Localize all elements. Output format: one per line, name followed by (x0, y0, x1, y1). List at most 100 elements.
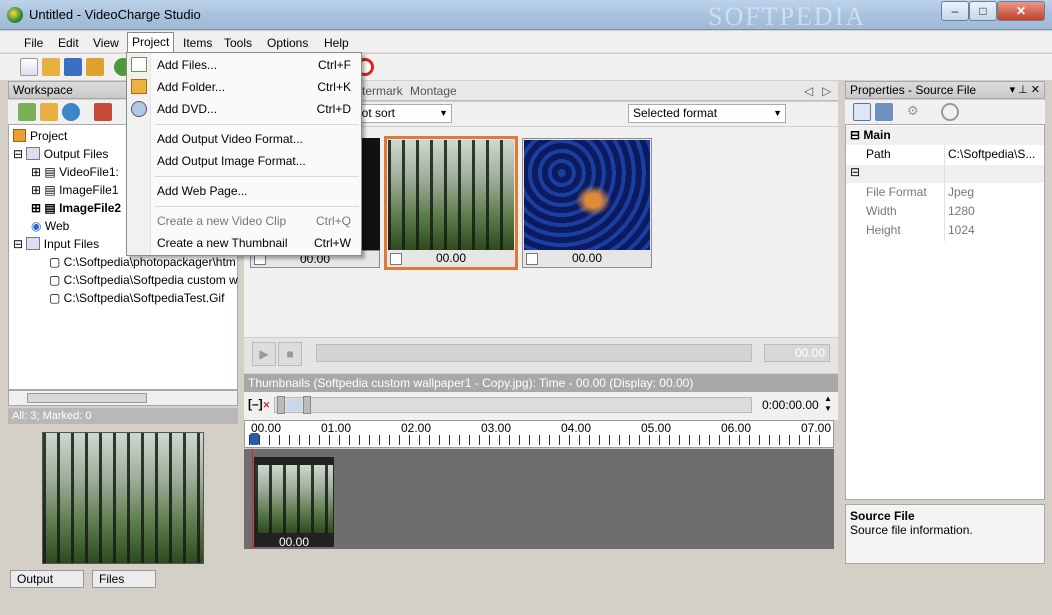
project-icon (13, 129, 26, 142)
menu-help[interactable]: Help (320, 34, 353, 52)
tree-input-item[interactable]: ▢ C:\Softpedia\Softpedia custom w (49, 271, 238, 289)
prop-name: Height (866, 223, 901, 237)
workspace-hscrollbar[interactable] (8, 390, 238, 406)
tree-input-label: C:\Softpedia\Softpedia custom w (63, 273, 238, 287)
timeline-range-slider[interactable] (274, 396, 752, 414)
new-project-icon[interactable] (20, 58, 38, 76)
properties-title: Properties - Source File (850, 83, 977, 97)
window-title: Untitled - VideoCharge Studio (29, 7, 201, 22)
grid-divider (944, 145, 945, 241)
add-item-icon[interactable] (18, 103, 36, 121)
property-pages-icon[interactable]: ⚙ (907, 103, 925, 121)
save-icon[interactable] (64, 58, 82, 76)
tree-output-item[interactable]: ⊞ ▤ VideoFile1: (31, 163, 119, 181)
menu-create-video-clip: Create a new Video Clip Ctrl+Q (157, 210, 357, 232)
tree-input-item[interactable]: ▢ C:\Softpedia\SoftpediaTest.Gif (49, 289, 224, 307)
properties-toolbar: ⚙ (845, 100, 1045, 124)
menu-add-dvd[interactable]: Add DVD... Ctrl+D (157, 98, 357, 120)
tree-web-label: Web (44, 219, 70, 233)
thumbnail-item[interactable]: 00.00 (384, 136, 518, 270)
prop-value: Jpeg (948, 185, 975, 199)
tree-input-files[interactable]: ⊟ Input Files (13, 235, 99, 253)
tab-right-arrow-icon[interactable]: ▷ (822, 84, 831, 98)
playhead-icon[interactable] (250, 433, 259, 445)
maximize-button[interactable]: □ (969, 1, 997, 21)
add-web-icon[interactable] (62, 103, 80, 121)
close-button[interactable]: ✕ (997, 1, 1045, 21)
menu-create-thumbnail[interactable]: Create a new Thumbnail Ctrl+W (157, 232, 357, 254)
thumbnail-item[interactable]: 00.00 (522, 138, 652, 268)
menu-tools[interactable]: Tools (220, 34, 256, 52)
menu-add-folder[interactable]: Add Folder... Ctrl+K (157, 76, 357, 98)
tree-output-label: VideoFile1: (59, 165, 119, 179)
menu-edit[interactable]: Edit (54, 34, 83, 52)
menu-add-output-video-format[interactable]: Add Output Video Format... (157, 128, 357, 150)
tree-web[interactable]: ◉ Web (31, 217, 69, 235)
scrollbar-thumb[interactable] (27, 393, 147, 403)
title-bar: Untitled - VideoCharge Studio SOFTPEDIA … (0, 0, 1052, 31)
menu-separator (155, 176, 359, 177)
panel-pin-close-icon[interactable]: ▾ ⊥ ✕ (1010, 82, 1040, 98)
ruler-label: 04.00 (561, 421, 592, 435)
player-time: 00.00 (764, 344, 830, 362)
group-main[interactable]: ⊟ Main (846, 126, 1044, 145)
timeline-clip[interactable]: 00.00 (254, 457, 334, 549)
menu-item-label: Add Web Page... (157, 184, 248, 198)
chevron-down-icon: ▼ (439, 108, 448, 118)
save-all-icon[interactable] (86, 58, 104, 76)
menu-add-files[interactable]: Add Files... Ctrl+F (157, 54, 357, 76)
tree-output-item[interactable]: ⊞ ▤ ImageFile2 (31, 199, 121, 217)
tab-watermark[interactable]: termark (362, 84, 403, 98)
range-end-handle[interactable] (303, 396, 311, 414)
format-select-value: Selected format (633, 106, 718, 120)
sort-select[interactable]: not sort ▼ (352, 104, 452, 123)
range-fill (287, 399, 301, 411)
timeline-time-value[interactable]: 0:00:00.00 (762, 398, 819, 412)
time-spinner-icon[interactable]: ▲ ▼ (824, 394, 832, 414)
menu-item-shortcut: Ctrl+D (316, 102, 351, 116)
properties-description: Source File Source file information. (845, 504, 1045, 564)
prop-value[interactable]: C:\Softpedia\S... (948, 145, 1044, 164)
input-files-icon (26, 237, 41, 250)
thumbnail-image (388, 140, 514, 250)
range-start-handle[interactable] (277, 396, 285, 414)
tree-output-item[interactable]: ⊞ ▤ ImageFile1 (31, 181, 118, 199)
menu-options[interactable]: Options (263, 34, 312, 52)
tree-input-label: C:\Softpedia\SoftpediaTest.Gif (63, 291, 225, 305)
menu-item-shortcut: Ctrl+K (317, 80, 351, 94)
tab-files[interactable]: Files (92, 570, 156, 588)
timeline-ruler[interactable]: 00.00 01.00 02.00 03.00 04.00 05.00 06.0… (244, 420, 834, 448)
open-folder-icon[interactable] (42, 58, 60, 76)
menu-add-web-page[interactable]: Add Web Page... (157, 180, 357, 202)
clip-image (255, 465, 333, 533)
menu-project[interactable]: Project (127, 32, 175, 53)
player-seek-bar[interactable] (316, 344, 752, 362)
tree-project[interactable]: Project (13, 127, 67, 145)
timeline-track: 00.00 (244, 449, 834, 549)
timeline-toolbar: [–]✕ 0:00:00.00 ▲ ▼ (244, 392, 838, 420)
format-select[interactable]: Selected format ▼ (628, 104, 786, 123)
delete-marker-icon[interactable]: [–]✕ (248, 397, 270, 411)
group-collapsed[interactable]: ⊟ (846, 165, 1044, 183)
play-icon[interactable]: ▶ (252, 342, 276, 366)
tab-montage[interactable]: Montage (410, 84, 457, 98)
categorized-icon[interactable] (853, 103, 871, 121)
reset-icon[interactable] (941, 103, 959, 121)
add-folder-icon[interactable] (40, 103, 58, 121)
menu-add-output-image-format[interactable]: Add Output Image Format... (157, 150, 357, 172)
tab-left-arrow-icon[interactable]: ◁ (804, 84, 813, 98)
minimize-button[interactable]: – (941, 1, 969, 21)
menu-file[interactable]: File (20, 34, 47, 52)
app-logo-icon (7, 7, 23, 23)
edit-item-icon[interactable] (94, 103, 112, 121)
stop-icon[interactable]: ■ (278, 342, 302, 366)
menu-item-label: Add Folder... (157, 80, 226, 94)
workspace-title: Workspace (13, 83, 73, 97)
sort-alpha-icon[interactable] (875, 103, 893, 121)
menu-view[interactable]: View (89, 34, 123, 52)
prop-value: 1024 (948, 223, 975, 237)
tree-output-files[interactable]: ⊟ Output Files (13, 145, 108, 163)
menu-item-shortcut: Ctrl+Q (315, 214, 351, 228)
menu-items[interactable]: Items (179, 34, 216, 52)
tab-output[interactable]: Output (10, 570, 84, 588)
